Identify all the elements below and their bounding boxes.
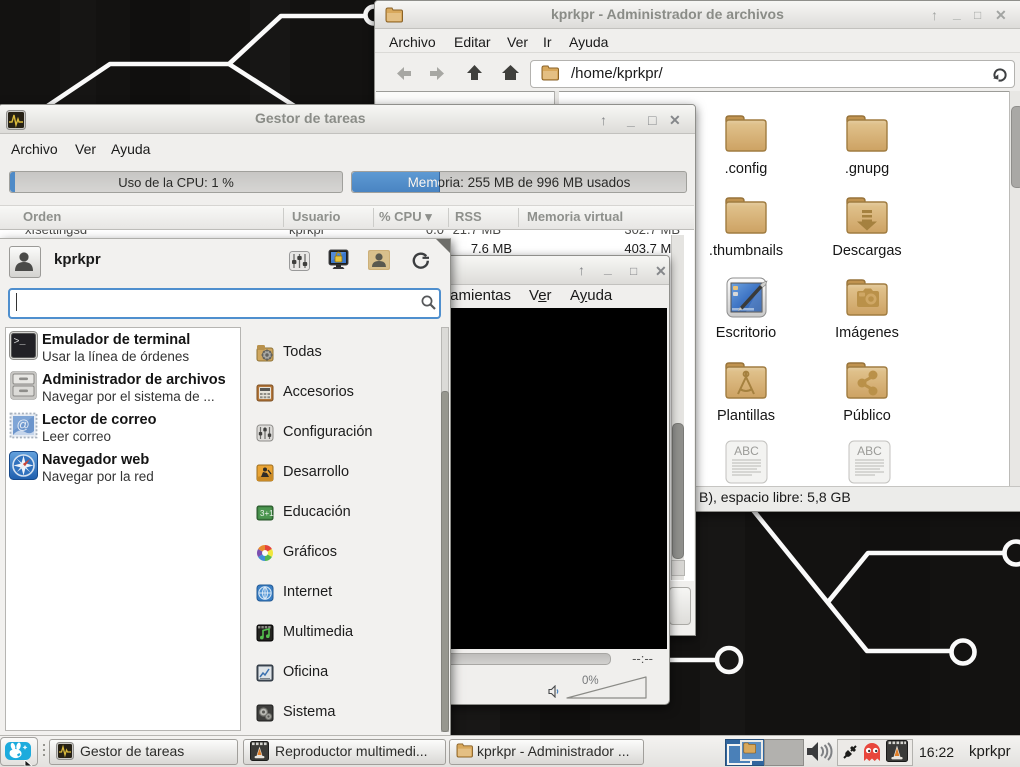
svg-text:ABC: ABC xyxy=(857,444,882,458)
svg-text:ABC: ABC xyxy=(734,444,759,458)
svg-text:3+1: 3+1 xyxy=(260,509,274,518)
svg-text:@: @ xyxy=(17,417,30,432)
svg-text:>_: >_ xyxy=(14,337,27,348)
